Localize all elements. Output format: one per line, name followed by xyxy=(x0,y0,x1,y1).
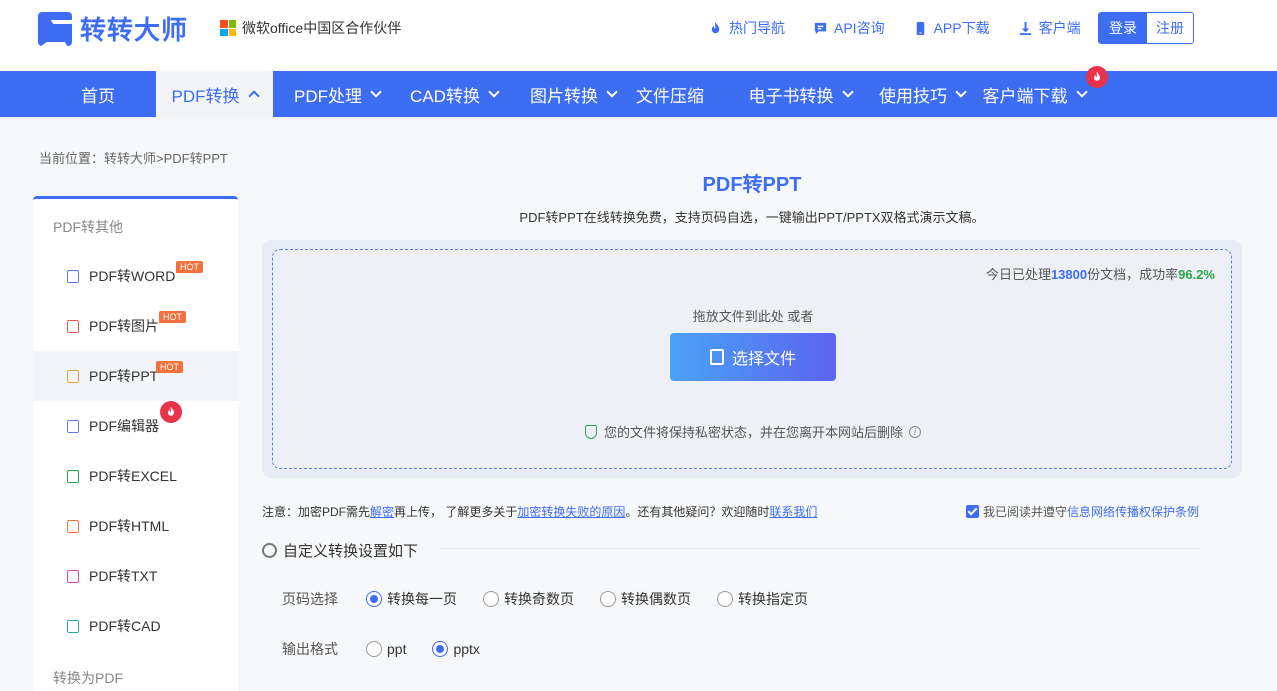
shield-check-icon xyxy=(584,424,597,439)
page-select-row: 页码选择 转换每一页 转换奇数页 转换偶数页 转换指定页 xyxy=(282,589,834,609)
agreement: 我已阅读并遵守 信息网络传播权保护条例 xyxy=(966,503,1199,520)
agree-checkbox[interactable] xyxy=(966,505,979,518)
file-add-icon xyxy=(709,349,724,365)
chevron-down-icon xyxy=(606,85,618,98)
format-select-label: 输出格式 xyxy=(282,641,338,657)
format-select-row: 输出格式 ppt pptx xyxy=(282,639,506,659)
login-button[interactable]: 登录 xyxy=(1099,13,1147,43)
sidebar-item-pdf-editor[interactable]: PDF编辑器 xyxy=(33,401,238,451)
info-icon[interactable]: i xyxy=(909,425,921,438)
chat-icon xyxy=(814,22,827,34)
settings-title: 自定义转换设置如下 xyxy=(262,540,418,561)
api-consult-link[interactable]: API咨询 xyxy=(813,18,885,38)
sidebar-group-to-pdf: 转换为PDF xyxy=(53,670,123,686)
phone-icon xyxy=(916,21,924,35)
page-subtitle: PDF转PPT在线转换免费，支持页码自选，一键输出PPT/PPTX双格式演示文稿… xyxy=(519,210,985,225)
monitor-icon xyxy=(67,419,79,433)
notice-text: 注意：加密PDF需先解密再上传， 了解更多关于加密转换失败的原因。还有其他疑问？… xyxy=(262,505,818,519)
chevron-down-icon xyxy=(488,85,500,98)
microsoft-logo-icon xyxy=(220,20,236,36)
upload-panel: 今日已处理13800份文档，成功率96.2% 拖放文件到此处 或者 选择文件 您… xyxy=(262,240,1242,478)
html-file-icon xyxy=(67,519,79,533)
hot-badge: HOT xyxy=(159,311,186,323)
drop-zone[interactable]: 今日已处理13800份文档，成功率96.2% 拖放文件到此处 或者 选择文件 您… xyxy=(272,249,1232,469)
sidebar-item-pdf-to-cad[interactable]: PDF转CAD xyxy=(33,601,238,651)
fire-badge-icon xyxy=(160,401,182,423)
sidebar-item-pdf-to-html[interactable]: PDF转HTML xyxy=(33,501,238,551)
top-links: 热门导航 API咨询 APP下载 客户端 xyxy=(708,18,1109,38)
nav-cad-convert[interactable]: CAD转换 xyxy=(400,71,508,117)
hot-nav-link[interactable]: 热门导航 xyxy=(708,18,785,38)
hot-badge: HOT xyxy=(156,361,183,373)
stats-text: 今日已处理13800份文档，成功率96.2% xyxy=(985,267,1215,282)
nav-pdf-convert[interactable]: PDF转换 xyxy=(156,71,273,117)
excel-file-icon xyxy=(67,469,79,483)
word-file-icon xyxy=(67,269,79,283)
radio-pptx[interactable]: pptx xyxy=(432,641,480,657)
top-header: 转转大师 微软office中国区合作伙伴 热门导航 API咨询 APP下载 客户… xyxy=(0,0,1277,71)
chevron-up-icon xyxy=(247,90,260,102)
nav-image-convert[interactable]: 图片转换 xyxy=(516,71,630,117)
page-title: PDF转PPT xyxy=(702,174,802,196)
radio-even-pages[interactable]: 转换偶数页 xyxy=(600,589,691,609)
nav-tips[interactable]: 使用技巧 xyxy=(872,71,972,117)
chevron-down-icon xyxy=(1075,85,1088,98)
main-nav: 首页 PDF转换 PDF处理 CAD转换 图片转换 文件压缩 电子书转换 使用技… xyxy=(0,66,1277,117)
page-select-label: 页码选择 xyxy=(282,591,338,607)
chevron-down-icon xyxy=(841,85,854,98)
sidebar-item-pdf-to-txt[interactable]: PDF转TXT xyxy=(33,551,238,601)
sidebar: PDF转其他 PDF转WORD HOT PDF转图片 HOT PDF转PPT H… xyxy=(33,196,238,691)
gear-icon xyxy=(262,543,277,558)
decrypt-link[interactable]: 解密 xyxy=(370,505,394,519)
logo-icon xyxy=(38,11,72,46)
radio-specific-pages[interactable]: 转换指定页 xyxy=(717,589,808,609)
contact-us-link[interactable]: 联系我们 xyxy=(769,505,817,519)
flame-icon xyxy=(711,21,720,33)
app-download-link[interactable]: APP下载 xyxy=(913,18,990,38)
nav-file-compress[interactable]: 文件压缩 xyxy=(630,71,710,117)
success-rate: 96.2% xyxy=(1178,267,1215,282)
radio-ppt[interactable]: ppt xyxy=(366,641,406,657)
radio-every-page[interactable]: 转换每一页 xyxy=(366,589,457,609)
fire-badge-icon xyxy=(1086,66,1108,88)
sidebar-item-pdf-to-ppt[interactable]: PDF转PPT HOT xyxy=(33,351,238,401)
processed-count: 13800 xyxy=(1050,267,1088,282)
divider xyxy=(440,548,1200,549)
nav-ebook-convert[interactable]: 电子书转换 xyxy=(740,71,860,117)
site-logo[interactable]: 转转大师 xyxy=(38,10,188,47)
nav-client-download[interactable]: 客户端下载 xyxy=(976,71,1092,117)
privacy-note: 您的文件将保持私密状态，并在您离开本网站后删除 i xyxy=(273,422,1233,441)
auth-group: 登录 注册 xyxy=(1098,12,1194,44)
sidebar-group-pdf-to-other: PDF转其他 xyxy=(53,219,123,235)
partner-badge: 微软office中国区合作伙伴 xyxy=(220,18,401,38)
sidebar-item-pdf-to-excel[interactable]: PDF转EXCEL xyxy=(33,451,238,501)
hot-badge: HOT xyxy=(176,261,203,273)
download-icon xyxy=(1019,21,1031,35)
failure-reason-link[interactable]: 加密转换失败的原因 xyxy=(517,505,625,519)
cad-file-icon xyxy=(67,619,79,633)
register-button[interactable]: 注册 xyxy=(1147,13,1193,43)
ppt-file-icon xyxy=(67,369,79,383)
choose-file-button[interactable]: 选择文件 xyxy=(670,333,836,381)
nav-pdf-process[interactable]: PDF处理 xyxy=(282,71,392,117)
nav-home[interactable]: 首页 xyxy=(40,71,156,117)
sidebar-item-pdf-to-image[interactable]: PDF转图片 HOT xyxy=(33,301,238,351)
regulation-link[interactable]: 信息网络传播权保护条例 xyxy=(1067,503,1199,520)
partner-text: 微软office中国区合作伙伴 xyxy=(242,20,402,36)
breadcrumb: 当前位置：转转大师>PDF转PPT xyxy=(39,151,228,166)
radio-odd-pages[interactable]: 转换奇数页 xyxy=(483,589,574,609)
client-download-link[interactable]: 客户端 xyxy=(1018,18,1081,38)
logo-text: 转转大师 xyxy=(80,15,189,45)
chevron-down-icon xyxy=(955,85,967,98)
image-file-icon xyxy=(67,319,79,333)
txt-file-icon xyxy=(67,569,79,583)
chevron-down-icon xyxy=(370,85,382,98)
sidebar-item-pdf-to-word[interactable]: PDF转WORD HOT xyxy=(33,251,238,301)
drop-hint: 拖放文件到此处 或者 xyxy=(692,309,814,324)
